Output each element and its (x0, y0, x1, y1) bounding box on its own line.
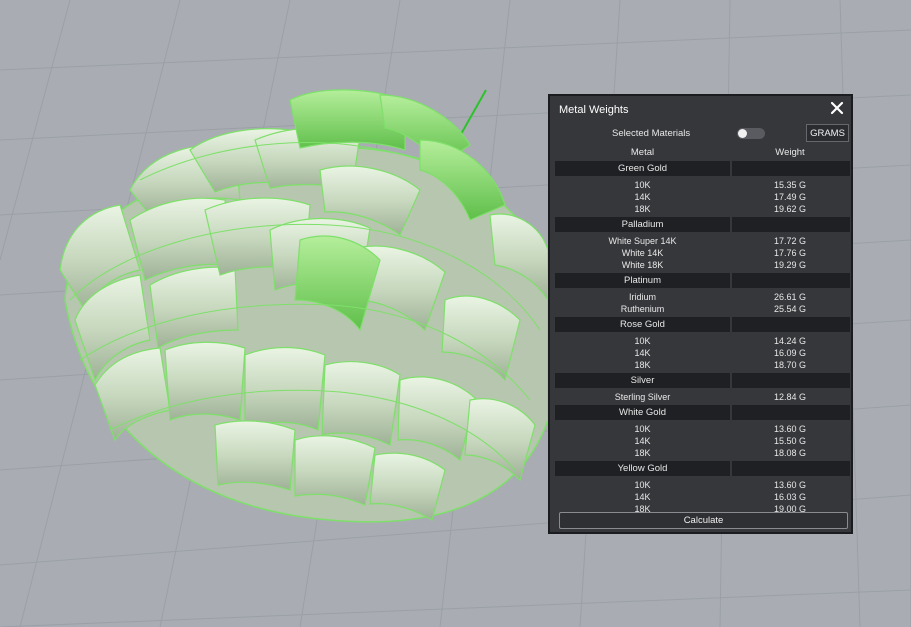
metal-group-name: Yellow Gold (555, 461, 730, 476)
metal-weight: 16.03 G (773, 492, 807, 502)
metal-name: 14K (634, 492, 651, 502)
table-row: White 18K 19.29 G (555, 259, 850, 271)
metal-name: 18K (634, 448, 651, 458)
ring-model[interactable] (59, 89, 549, 523)
metal-name: 14K (634, 192, 651, 202)
table-row: 10K 15.35 G (555, 179, 850, 191)
metal-group-header: Rose Gold (555, 317, 850, 332)
table-row: 18K 19.62 G (555, 203, 850, 215)
metal-name: Sterling Silver (614, 392, 671, 402)
metal-weight: 12.84 G (773, 392, 807, 402)
table-row: Sterling Silver 12.84 G (555, 391, 850, 403)
units-button[interactable]: GRAMS (806, 124, 849, 142)
table-row: 10K 13.60 G (555, 479, 850, 491)
table-row: 18K 18.08 G (555, 447, 850, 459)
metal-group-header: Yellow Gold (555, 461, 850, 476)
metal-group-header: Green Gold (555, 161, 850, 176)
metal-group-name: Rose Gold (555, 317, 730, 332)
metal-weight: 16.09 G (773, 348, 807, 358)
metal-group-name: White Gold (555, 405, 730, 420)
metal-name: 10K (634, 180, 651, 190)
metal-group-weight-cell (732, 217, 850, 232)
metal-group-header: Platinum (555, 273, 850, 288)
table-row: Ruthenium 25.54 G (555, 303, 850, 315)
metal-group-header: White Gold (555, 405, 850, 420)
metal-group-weight-cell (732, 461, 850, 476)
table-header: Metal Weight (555, 147, 850, 160)
metal-name: Iridium (628, 292, 656, 302)
metal-weight: 13.60 G (773, 424, 807, 434)
metal-weight: 15.35 G (773, 180, 807, 190)
metal-name: White 18K (621, 260, 664, 270)
metal-name: 10K (634, 424, 651, 434)
table-row: 14K 16.09 G (555, 347, 850, 359)
toggle-knob (738, 129, 747, 138)
metal-weight: 25.54 G (773, 304, 807, 314)
metal-weight: 19.62 G (773, 204, 807, 214)
metal-weight: 17.72 G (773, 236, 807, 246)
metal-name: 14K (634, 436, 651, 446)
metal-group-header: Palladium (555, 217, 850, 232)
metal-group-rows: White Super 14K 17.72 G White 14K 17.76 G Wh… (555, 232, 850, 272)
metal-group-weight-cell (732, 373, 850, 388)
table-row: White 14K 17.76 G (555, 247, 850, 259)
metal-group-name: Green Gold (555, 161, 730, 176)
metal-group-rows: 10K 15.35 G 14K 17.49 G 18K 19.62 G (555, 176, 850, 216)
selected-materials-toggle[interactable] (737, 128, 765, 139)
metal-group-name: Silver (555, 373, 730, 388)
metal-weight: 19.29 G (773, 260, 807, 270)
metal-group-rows: 10K 13.60 G 14K 15.50 G 18K 18.08 G (555, 420, 850, 460)
metal-group-rows: 10K 14.24 G 14K 16.09 G 18K 18.70 G (555, 332, 850, 372)
metal-name: 10K (634, 480, 651, 490)
metal-group-weight-cell (732, 317, 850, 332)
metal-name: Ruthenium (620, 304, 665, 314)
metal-group-name: Platinum (555, 273, 730, 288)
metal-name: 10K (634, 336, 651, 346)
table-row: 10K 14.24 G (555, 335, 850, 347)
metal-groups: Green Gold 10K 15.35 G 14K 17.49 G 18K 19.62 G… (555, 161, 850, 516)
table-row: 14K 16.03 G (555, 491, 850, 503)
metal-group-header: Silver (555, 373, 850, 388)
metal-group-weight-cell (732, 405, 850, 420)
metal-weight: 15.50 G (773, 436, 807, 446)
metal-weight: 13.60 G (773, 480, 807, 490)
metal-group-weight-cell (732, 273, 850, 288)
metal-group-weight-cell (732, 161, 850, 176)
selected-materials-label: Selected Materials (612, 128, 691, 139)
table-row: White Super 14K 17.72 G (555, 235, 850, 247)
table-row: 10K 13.60 G (555, 423, 850, 435)
metal-column-header: Metal (630, 147, 655, 158)
close-icon[interactable] (829, 100, 845, 116)
table-row: 14K 17.49 G (555, 191, 850, 203)
metal-group-rows: 10K 13.60 G 14K 16.03 G 18K 19.00 G (555, 476, 850, 516)
metal-group-rows: Sterling Silver 12.84 G (555, 388, 850, 404)
table-row: 14K 15.50 G (555, 435, 850, 447)
table-row: Iridium 26.61 G (555, 291, 850, 303)
metal-name: White 14K (621, 248, 664, 258)
metal-weight: 26.61 G (773, 292, 807, 302)
metal-weight: 17.76 G (773, 248, 807, 258)
calculate-button[interactable]: Calculate (559, 512, 848, 529)
metal-name: 18K (634, 204, 651, 214)
table-row: 18K 18.70 G (555, 359, 850, 371)
metal-group-name: Palladium (555, 217, 730, 232)
weight-column-header: Weight (775, 147, 805, 158)
metal-name: White Super 14K (608, 236, 677, 246)
weights-table: Metal Weight Green Gold 10K 15.35 G 14K 17.4… (555, 147, 850, 516)
metal-weight: 17.49 G (773, 192, 807, 202)
metal-weight: 14.24 G (773, 336, 807, 346)
panel-title: Metal Weights (559, 104, 629, 116)
metal-group-rows: Iridium 26.61 G Ruthenium 25.54 G (555, 288, 850, 316)
metal-weights-panel: Metal Weights Selected Materials GRAMS M… (548, 94, 853, 534)
metal-name: 18K (634, 360, 651, 370)
metal-weight: 18.08 G (773, 448, 807, 458)
metal-weight: 18.70 G (773, 360, 807, 370)
metal-name: 14K (634, 348, 651, 358)
